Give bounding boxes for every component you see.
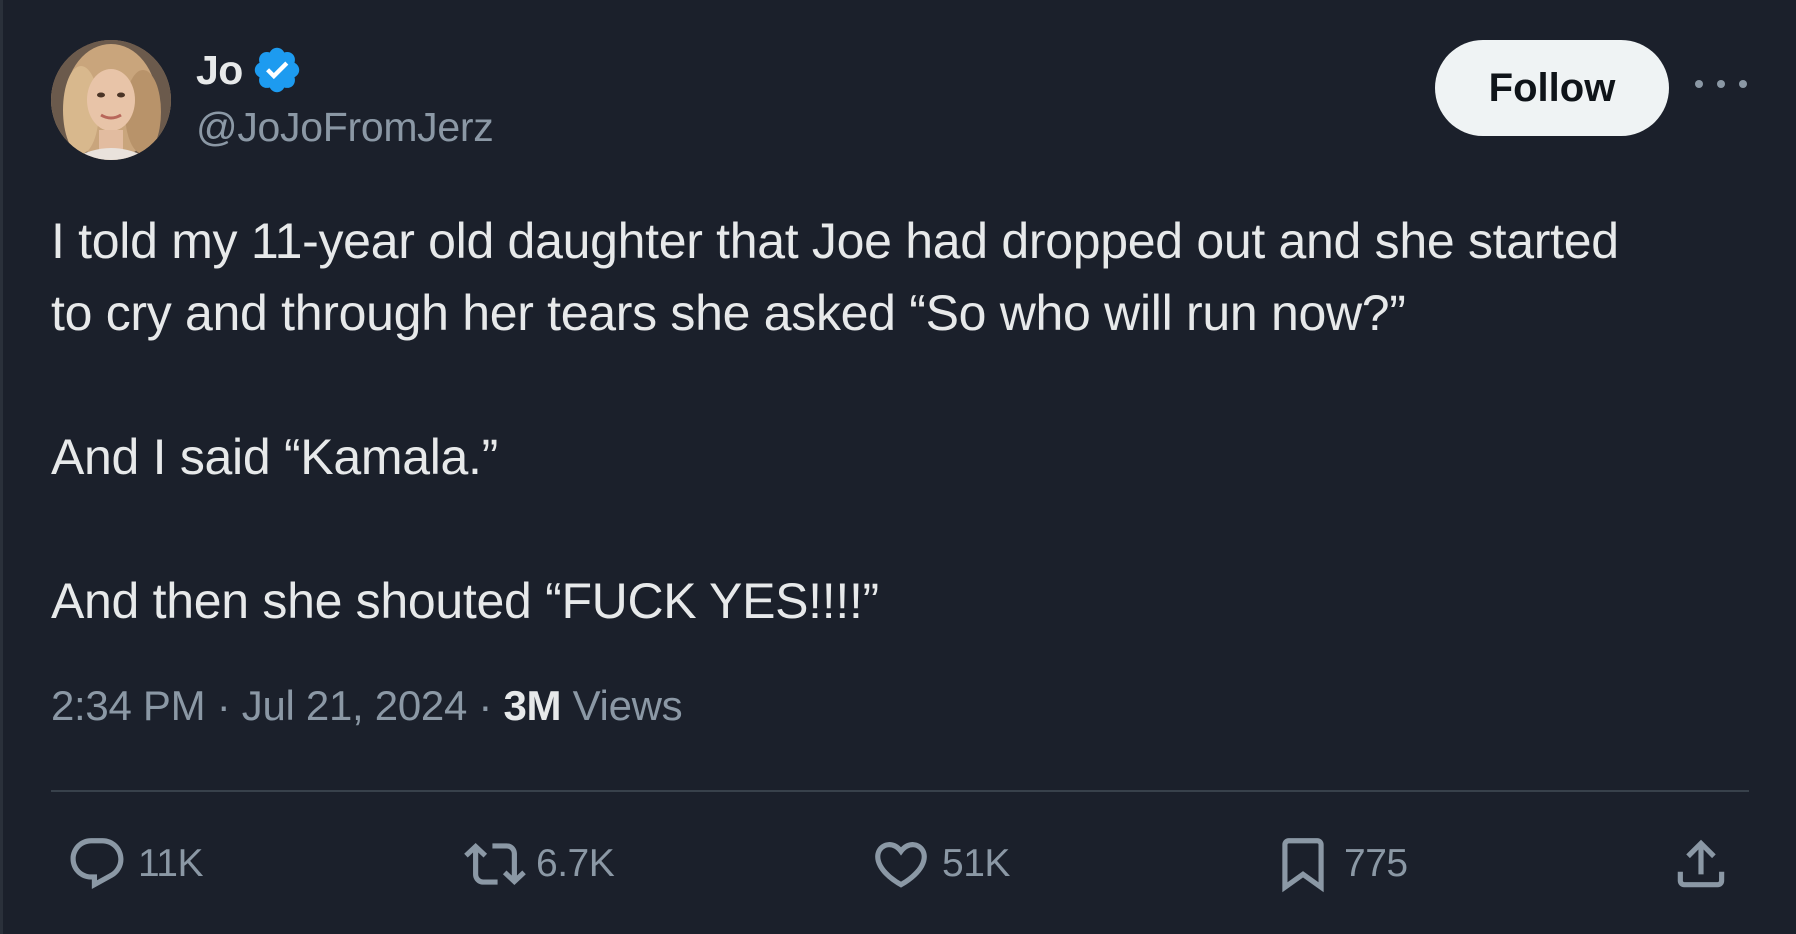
bookmark-count: 775: [1344, 842, 1408, 885]
like-count: 51K: [942, 842, 1010, 885]
heart-icon: [875, 842, 927, 888]
divider: [51, 790, 1749, 792]
author-name-row: Jo: [196, 44, 303, 96]
meta-separator: ·: [478, 682, 493, 729]
bookmark-icon: [1282, 838, 1324, 893]
verified-badge-icon[interactable]: [251, 44, 303, 96]
reply-icon: [70, 838, 124, 890]
tweet-line: And I said “Kamala.”: [51, 429, 498, 485]
bookmark-button[interactable]: 775: [1272, 832, 1408, 896]
views-count[interactable]: 3M: [503, 682, 561, 729]
more-options-icon[interactable]: [1695, 70, 1747, 98]
tweet-text: I told my 11-year old daughter that Joe …: [51, 205, 1751, 637]
meta-separator: ·: [216, 682, 231, 729]
repost-button[interactable]: 6.7K: [464, 832, 615, 896]
avatar-image: [51, 40, 171, 160]
tweet-line: I told my 11-year old daughter that Joe …: [51, 213, 1619, 269]
author-display-name[interactable]: Jo: [196, 47, 243, 94]
share-button[interactable]: [1670, 832, 1732, 896]
like-button[interactable]: 51K: [870, 832, 1010, 896]
tweet-meta: 2:34 PM · Jul 21, 2024 · 3M Views: [51, 682, 683, 730]
author-handle[interactable]: @JoJoFromJerz: [196, 104, 494, 151]
left-border: [0, 0, 3, 934]
tweet-time[interactable]: 2:34 PM: [51, 682, 206, 729]
tweet-date[interactable]: Jul 21, 2024: [242, 682, 468, 729]
tweet-line: to cry and through her tears she asked “…: [51, 285, 1406, 341]
tweet-card: Jo @JoJoFromJerz Follow I told my 11-yea…: [0, 0, 1796, 934]
reply-button[interactable]: 11K: [66, 832, 204, 896]
views-label: Views: [572, 682, 683, 729]
follow-button[interactable]: Follow: [1435, 40, 1669, 136]
repost-icon: [464, 843, 526, 885]
repost-count: 6.7K: [536, 842, 615, 885]
reply-count: 11K: [138, 842, 204, 885]
avatar[interactable]: [51, 40, 171, 160]
tweet-line: And then she shouted “FUCK YES!!!!”: [51, 573, 879, 629]
share-icon: [1677, 839, 1725, 888]
